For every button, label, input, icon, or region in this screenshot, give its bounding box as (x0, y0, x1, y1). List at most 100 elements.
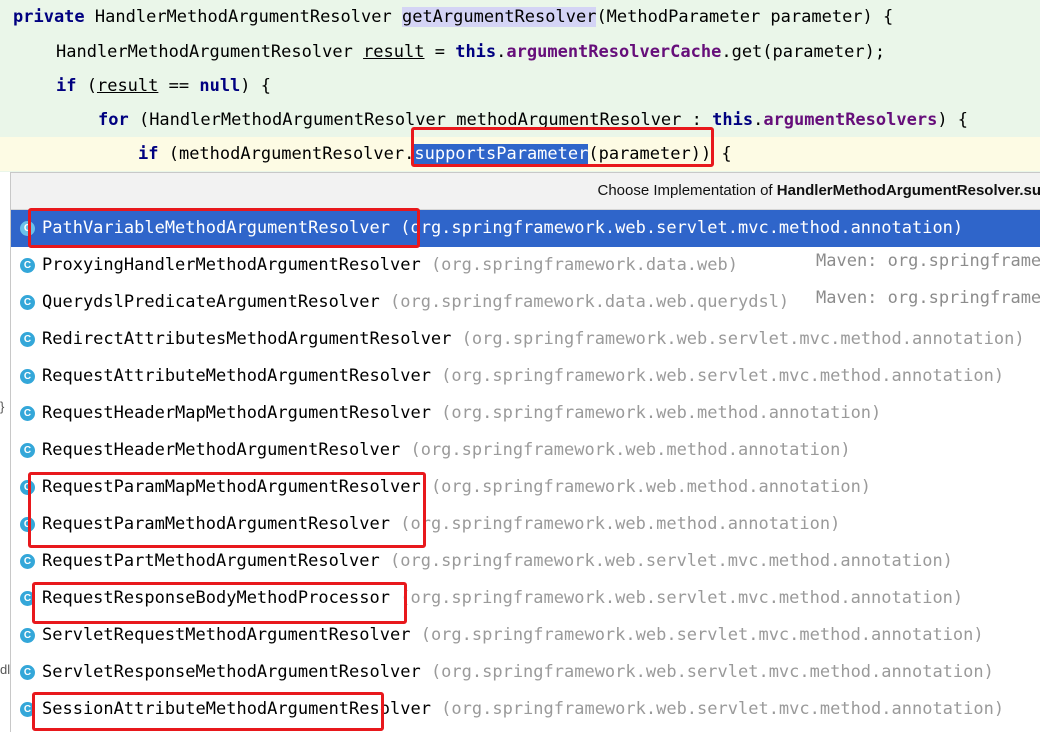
for-declaration: (HandlerMethodArgumentResolver methodArg… (128, 110, 713, 130)
code-line-3[interactable]: if (result == null) { (56, 69, 1040, 103)
code-line-1[interactable]: private HandlerMethodArgumentResolver ge… (13, 0, 1040, 34)
class-icon: C (20, 258, 35, 273)
class-name: ProxyingHandlerMethodArgumentResolver (42, 255, 421, 275)
class-name: SessionAttributeMethodArgumentResolver (42, 699, 431, 719)
implementation-item[interactable]: C PathVariableMethodArgumentResolver (org… (11, 210, 1040, 247)
keyword-if: if (56, 76, 77, 96)
class-name: ServletRequestMethodArgumentResolver (42, 625, 411, 645)
field-argumentresolvercache: argumentResolverCache (506, 42, 722, 62)
class-icon: C (20, 517, 35, 532)
return-type: HandlerMethodArgumentResolver (94, 7, 392, 27)
brace-open: ) { (937, 110, 969, 130)
package-name: (org.springframework.data.web.querydsl) (379, 292, 790, 312)
class-icon: C (20, 554, 35, 569)
choose-implementation-popup[interactable]: Choose Implementation of HandlerMethodAr… (10, 172, 1040, 732)
package-name: (org.springframework.web.method.annotati… (420, 477, 872, 497)
implementation-label: ServletResponseMethodArgumentResolver (o… (42, 654, 994, 691)
method-params: (MethodParameter parameter) { (596, 7, 894, 27)
implementation-item[interactable]: C SessionAttributeMethodArgumentResolver … (11, 691, 1040, 728)
class-icon: C (20, 480, 35, 495)
paren-close: ) { (240, 76, 272, 96)
class-icon: C (20, 369, 35, 384)
class-name: QuerydslPredicateArgumentResolver (42, 292, 380, 312)
package-name: (org.springframework.web.servlet.mvc.met… (390, 218, 964, 238)
assign-operator: = (424, 42, 456, 62)
local-type: HandlerMethodArgumentResolver (56, 42, 353, 62)
package-name: (org.springframework.web.servlet.mvc.met… (379, 551, 953, 571)
class-icon: C (20, 221, 35, 236)
package-name: (org.springframework.data.web) (420, 255, 738, 275)
package-name: (org.springframework.web.method.annotati… (400, 440, 851, 460)
package-name: (org.springframework.web.servlet.mvc.met… (390, 588, 964, 608)
implementation-label: ProxyingHandlerMethodArgumentResolver (o… (42, 247, 738, 284)
class-name: PathVariableMethodArgumentResolver (42, 218, 390, 238)
keyword-null: null (199, 76, 241, 96)
keyword-if: if (138, 144, 159, 164)
class-name: RequestParamMethodArgumentResolver (42, 514, 390, 534)
implementation-label: RequestResponseBodyMethodProcessor (org.… (42, 580, 963, 617)
implementation-item[interactable]: C RequestHeaderMethodArgumentResolver (or… (11, 432, 1040, 469)
class-icon: C (20, 443, 35, 458)
dot: . (753, 110, 764, 130)
implementation-label: PathVariableMethodArgumentResolver (org.… (42, 210, 963, 247)
class-icon: C (20, 702, 35, 717)
implementation-item[interactable]: C RequestParamMethodArgumentResolver (org… (11, 506, 1040, 543)
implementation-item[interactable]: C RequestAttributeMethodArgumentResolver … (11, 358, 1040, 395)
class-name: RedirectAttributesMethodArgumentResolver (42, 329, 452, 349)
paren-open: ( (76, 76, 97, 96)
method-name-getargumentresolver[interactable]: getArgumentResolver (401, 7, 597, 27)
gutter-fragment: dl (0, 655, 10, 685)
keyword-for: for (98, 110, 129, 130)
implementation-label: RedirectAttributesMethodArgumentResolver… (42, 321, 1025, 358)
package-name: (org.springframework.web.servlet.mvc.met… (420, 662, 994, 682)
maven-source: Maven: org.springframe (816, 288, 1040, 308)
package-name: (org.springframework.web.method.annotati… (430, 403, 882, 423)
code-line-4[interactable]: for (HandlerMethodArgumentResolver metho… (98, 103, 1040, 137)
class-icon: C (20, 295, 35, 310)
implementation-label: ServletRequestMethodArgumentResolver (or… (42, 617, 984, 654)
code-line-5[interactable]: if (methodArgumentResolver.supportsParam… (0, 137, 1040, 171)
keyword-private: private (13, 7, 85, 27)
class-icon: C (20, 591, 35, 606)
gutter-brace: } (0, 392, 10, 422)
implementation-item[interactable]: C RequestHeaderMapMethodArgumentResolver … (11, 395, 1040, 432)
class-icon: C (20, 665, 35, 680)
field-argumentresolvers: argumentResolvers (763, 110, 938, 130)
class-icon: C (20, 332, 35, 347)
implementation-item[interactable]: C RequestResponseBodyMethodProcessor (org… (11, 580, 1040, 617)
method-supportsparameter[interactable]: supportsParameter (414, 144, 589, 164)
package-name: (org.springframework.web.servlet.mvc.met… (451, 329, 1025, 349)
implementation-label: RequestAttributeMethodArgumentResolver (… (42, 358, 1004, 395)
package-name: (org.springframework.web.method.annotati… (390, 514, 841, 534)
variable-result: result (363, 42, 425, 62)
implementation-label: QuerydslPredicateArgumentResolver (org.s… (42, 284, 789, 321)
class-icon: C (20, 406, 35, 421)
implementation-item[interactable]: C ServletRequestMethodArgumentResolver (o… (11, 617, 1040, 654)
class-name: RequestAttributeMethodArgumentResolver (42, 366, 431, 386)
package-name: (org.springframework.web.servlet.mvc.met… (410, 625, 984, 645)
class-name: ServletResponseMethodArgumentResolver (42, 662, 421, 682)
implementation-item[interactable]: C ServletResponseMethodArgumentResolver (… (11, 654, 1040, 691)
implementation-item[interactable]: C RequestPartMethodArgumentResolver (org.… (11, 543, 1040, 580)
implementation-item[interactable]: C RequestParamMapMethodArgumentResolver (… (11, 469, 1040, 506)
maven-source: Maven: org.springframe (816, 251, 1040, 271)
implementation-label: SessionAttributeMethodArgumentResolver (… (42, 691, 1004, 728)
package-name: (org.springframework.web.servlet.mvc.met… (430, 366, 1005, 386)
keyword-this: this (455, 42, 497, 62)
implementation-label: RequestParamMapMethodArgumentResolver (o… (42, 469, 871, 506)
code-editor[interactable]: private HandlerMethodArgumentResolver ge… (0, 0, 1040, 172)
class-name: RequestHeaderMapMethodArgumentResolver (42, 403, 431, 423)
implementation-label: RequestHeaderMethodArgumentResolver (org… (42, 432, 851, 469)
implementation-item[interactable]: C ProxyingHandlerMethodArgumentResolver (… (11, 247, 1040, 284)
implementation-item[interactable]: C RedirectAttributesMethodArgumentResolve… (11, 321, 1040, 358)
variable-result: result (96, 76, 159, 96)
call-suffix: (parameter)) { (588, 144, 732, 164)
implementation-item[interactable]: C QuerydslPredicateArgumentResolver (org.… (11, 284, 1040, 321)
code-line-2[interactable]: HandlerMethodArgumentResolver result = t… (56, 35, 1040, 69)
dot: . (496, 42, 507, 62)
class-name: RequestParamMapMethodArgumentResolver (42, 477, 421, 497)
get-call: .get(parameter); (721, 42, 886, 62)
implementation-label: RequestParamMethodArgumentResolver (org.… (42, 506, 840, 543)
popup-title-interface: HandlerMethodArgumentResolver.su (776, 182, 1040, 199)
call-prefix: (methodArgumentResolver. (158, 144, 415, 164)
